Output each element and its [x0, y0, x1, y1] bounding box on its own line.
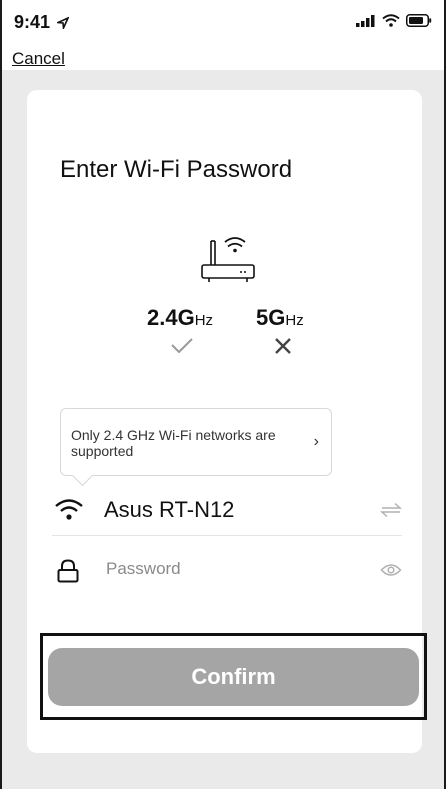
password-input[interactable] [104, 558, 358, 580]
band-2-4ghz-unit-suffix: Hz [194, 312, 214, 329]
password-row [52, 545, 402, 593]
wifi-icon [55, 499, 83, 520]
band-support-notice[interactable]: Only 2.4 GHz Wi-Fi networks are supporte… [60, 408, 332, 487]
notice-text: Only 2.4 GHz Wi-Fi networks are supporte… [71, 427, 276, 459]
network-row: Asus RT-N12 [52, 487, 402, 536]
band-2-4ghz-label: 2.4GHz [147, 305, 213, 331]
status-icons [356, 14, 432, 27]
switch-network-icon[interactable] [380, 502, 402, 518]
lock-icon [57, 559, 79, 583]
notice-pointer [71, 464, 94, 487]
band-2-4ghz-value: 2.4 [147, 305, 178, 330]
eye-icon[interactable] [380, 563, 402, 577]
check-icon [171, 338, 193, 354]
confirm-button[interactable]: Confirm [48, 648, 419, 706]
band-5ghz-value: 5 [256, 305, 269, 330]
wifi-status-icon [382, 14, 400, 27]
router-icon [201, 237, 255, 282]
cellular-signal-icon [356, 14, 375, 27]
status-bar: 9:41 [2, 0, 444, 40]
chevron-right-icon: › [313, 433, 319, 450]
status-time-text: 9:41 [14, 12, 51, 32]
cancel-button[interactable]: Cancel [12, 49, 65, 69]
band-2-4ghz-unit: G [177, 305, 195, 330]
network-ssid: Asus RT-N12 [104, 497, 235, 522]
status-time: 9:41 [14, 12, 70, 33]
cross-icon [275, 338, 291, 354]
page-title: Enter Wi-Fi Password [60, 156, 293, 183]
phone-screen: 9:41 Cancel Enter Wi-Fi Password 2.4GHz … [0, 0, 446, 789]
location-arrow-icon [54, 16, 70, 32]
nav-bar [2, 40, 444, 70]
band-5ghz-label: 5GHz [256, 305, 304, 331]
band-5ghz-unit: G [268, 305, 286, 330]
band-5ghz-unit-suffix: Hz [285, 312, 304, 329]
battery-icon [406, 14, 432, 27]
